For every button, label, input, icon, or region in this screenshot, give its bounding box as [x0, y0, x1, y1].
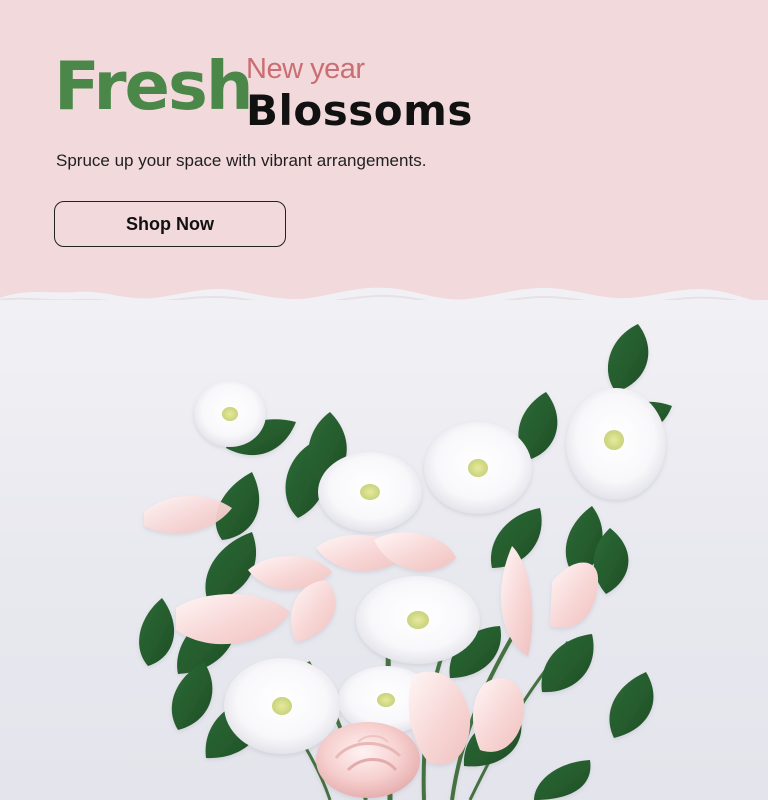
- hero-tagline: Spruce up your space with vibrant arrang…: [56, 151, 427, 170]
- shop-now-button[interactable]: Shop Now: [54, 201, 286, 247]
- headline-subtitle: New year: [246, 53, 365, 85]
- headline-group: Fresh New year Blossoms: [54, 50, 474, 145]
- hero-banner: Fresh New year Blossoms Spruce up your s…: [0, 0, 768, 800]
- headline-main: Fresh: [54, 47, 254, 125]
- headline-accent: Blossoms: [246, 86, 473, 135]
- floral-bouquet-icon: [139, 324, 672, 800]
